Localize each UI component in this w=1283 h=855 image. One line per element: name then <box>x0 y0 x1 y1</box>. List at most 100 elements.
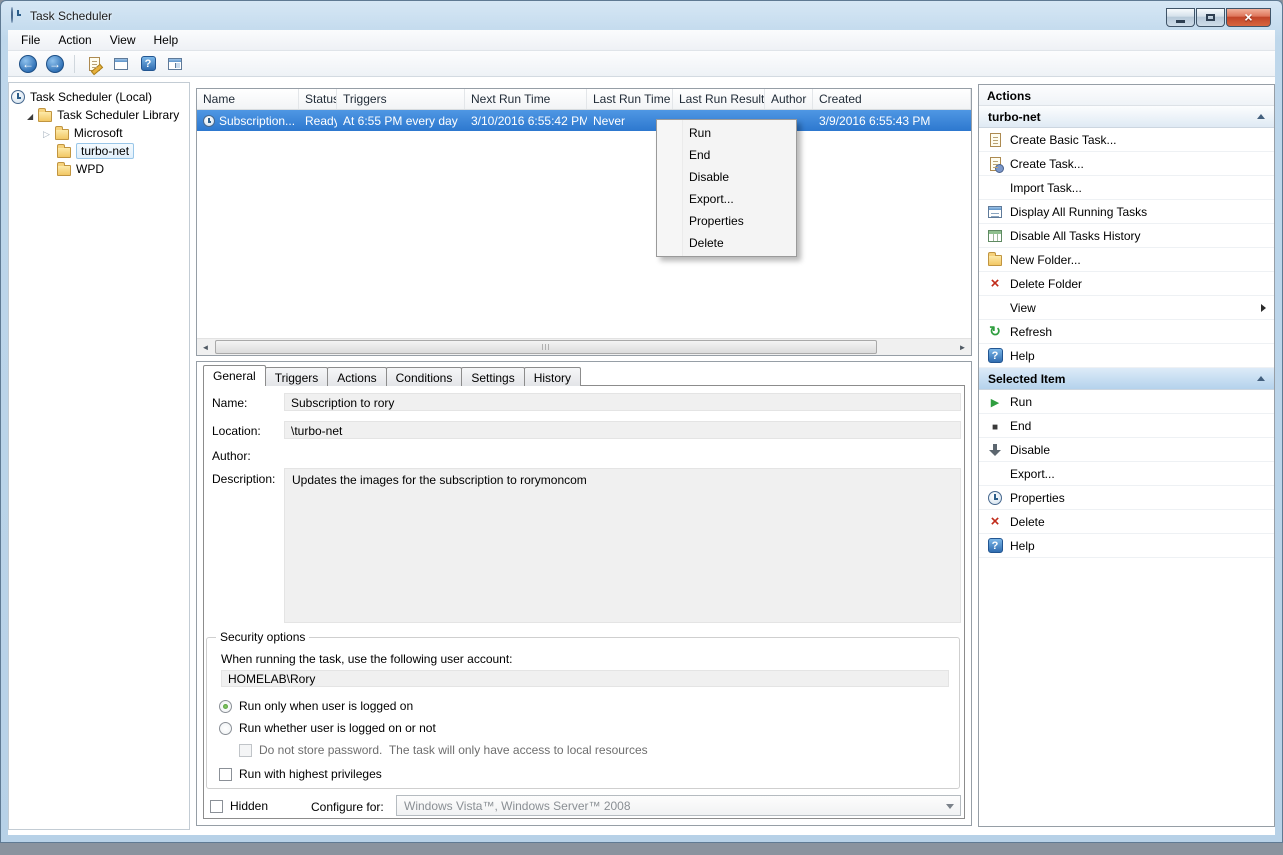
toolbar <box>8 51 1275 77</box>
column-header-name[interactable]: Name <box>197 89 299 109</box>
collapse-chevron-icon[interactable] <box>1257 114 1265 119</box>
task-list-panel: Name Status Triggers Next Run Time Last … <box>196 88 972 356</box>
tab-history[interactable]: History <box>524 367 581 386</box>
column-header-next-run-time[interactable]: Next Run Time <box>465 89 587 109</box>
scrollbar-track[interactable] <box>214 339 954 355</box>
action-create-task[interactable]: Create Task... <box>979 152 1274 176</box>
action-help[interactable]: Help <box>979 344 1274 368</box>
action-new-folder[interactable]: New Folder... <box>979 248 1274 272</box>
action-properties[interactable]: Properties <box>979 486 1274 510</box>
tab-settings[interactable]: Settings <box>461 367 524 386</box>
column-header-triggers[interactable]: Triggers <box>337 89 465 109</box>
action-pane-button[interactable] <box>163 53 187 75</box>
forward-button[interactable] <box>43 53 67 75</box>
description-field[interactable]: Updates the images for the subscription … <box>284 468 961 623</box>
maximize-button[interactable] <box>1196 8 1225 27</box>
checkbox-row-highest-privileges[interactable]: Run with highest privileges <box>219 766 382 782</box>
column-header-last-run-result[interactable]: Last Run Result <box>673 89 765 109</box>
tree-item-turbo-net[interactable]: turbo-net <box>11 142 187 160</box>
tab-conditions[interactable]: Conditions <box>386 367 463 386</box>
submenu-arrow-icon <box>1261 304 1266 312</box>
context-menu-run[interactable]: Run <box>657 122 796 144</box>
action-end[interactable]: End <box>979 414 1274 438</box>
maximize-icon <box>1206 14 1215 21</box>
horizontal-scrollbar[interactable] <box>197 338 971 355</box>
menu-action[interactable]: Action <box>49 30 100 50</box>
menu-bar: File Action View Help <box>8 30 1275 51</box>
radio-row-logged-on[interactable]: Run only when user is logged on <box>219 698 413 714</box>
tab-general[interactable]: General <box>203 365 266 386</box>
tab-actions[interactable]: Actions <box>327 367 386 386</box>
action-create-basic-task[interactable]: Create Basic Task... <box>979 128 1274 152</box>
context-menu-disable[interactable]: Disable <box>657 166 796 188</box>
security-options-title: Security options <box>216 630 309 644</box>
checkbox-no-password-label: Do not store password. The task will onl… <box>259 743 648 757</box>
expander-open-icon[interactable] <box>27 108 33 122</box>
expander-closed-icon[interactable] <box>43 126 50 140</box>
section-header-selected-item[interactable]: Selected Item <box>979 368 1274 390</box>
wpd-folder-icon <box>57 165 71 176</box>
action-view[interactable]: View <box>979 296 1274 320</box>
security-options-group: Security options When running the task, … <box>206 637 960 789</box>
action-refresh[interactable]: Refresh <box>979 320 1274 344</box>
task-row-selected[interactable]: Subscription... Ready At 6:55 PM every d… <box>197 110 971 131</box>
task-list-header: Name Status Triggers Next Run Time Last … <box>197 89 971 110</box>
checkbox-hidden[interactable] <box>210 800 223 813</box>
export-icon <box>987 466 1003 482</box>
action-pane-icon <box>168 58 182 70</box>
task-details-panel: General Triggers Actions Conditions Sett… <box>196 361 972 826</box>
action-disable-history[interactable]: Disable All Tasks History <box>979 224 1274 248</box>
actions-panel-title: Actions <box>979 85 1274 106</box>
action-import-task[interactable]: Import Task... <box>979 176 1274 200</box>
export-list-button[interactable] <box>82 53 106 75</box>
tree-item-root[interactable]: Task Scheduler (Local) <box>11 88 187 106</box>
account-caption: When running the task, use the following… <box>221 652 513 666</box>
menu-view[interactable]: View <box>101 30 145 50</box>
context-menu-export[interactable]: Export... <box>657 188 796 210</box>
task-triggers-cell: At 6:55 PM every day <box>337 114 465 128</box>
tree-root-label: Task Scheduler (Local) <box>30 90 152 104</box>
minimize-button[interactable] <box>1166 8 1195 27</box>
turbo-net-folder-icon <box>57 147 71 158</box>
tree-item-microsoft[interactable]: Microsoft <box>11 124 187 142</box>
tree-microsoft-label: Microsoft <box>74 126 123 140</box>
radio-logged-on[interactable] <box>219 700 232 713</box>
column-header-created[interactable]: Created <box>813 89 971 109</box>
action-display-running-tasks[interactable]: Display All Running Tasks <box>979 200 1274 224</box>
tree-item-library[interactable]: Task Scheduler Library <box>11 106 187 124</box>
action-disable[interactable]: Disable <box>979 438 1274 462</box>
checkbox-highest-privileges[interactable] <box>219 768 232 781</box>
tab-triggers[interactable]: Triggers <box>265 367 329 386</box>
context-menu-end[interactable]: End <box>657 144 796 166</box>
menu-help[interactable]: Help <box>145 30 188 50</box>
scroll-left-button[interactable] <box>197 339 214 355</box>
context-menu-delete[interactable]: Delete <box>657 232 796 254</box>
column-header-last-run-time[interactable]: Last Run Time <box>587 89 673 109</box>
context-menu-properties[interactable]: Properties <box>657 210 796 232</box>
scroll-right-button[interactable] <box>954 339 971 355</box>
action-run[interactable]: Run <box>979 390 1274 414</box>
scrollbar-thumb[interactable] <box>215 340 877 354</box>
radio-logged-on-label: Run only when user is logged on <box>239 699 413 713</box>
back-button[interactable] <box>16 53 40 75</box>
column-header-status[interactable]: Status <box>299 89 337 109</box>
section-header-turbo-net[interactable]: turbo-net <box>979 106 1274 128</box>
collapse-chevron-icon[interactable] <box>1257 376 1265 381</box>
action-export[interactable]: Export... <box>979 462 1274 486</box>
action-delete[interactable]: Delete <box>979 510 1274 534</box>
console-tree-button[interactable] <box>109 53 133 75</box>
menu-file[interactable]: File <box>12 30 49 50</box>
end-icon <box>987 418 1003 434</box>
action-delete-folder[interactable]: Delete Folder <box>979 272 1274 296</box>
action-help-selected[interactable]: Help <box>979 534 1274 558</box>
tree-item-wpd[interactable]: WPD <box>11 160 187 178</box>
radio-row-logged-on-or-not[interactable]: Run whether user is logged on or not <box>219 720 436 736</box>
configure-for-dropdown[interactable]: Windows Vista™, Windows Server™ 2008 <box>396 795 961 816</box>
help-button[interactable] <box>136 53 160 75</box>
column-header-author[interactable]: Author <box>765 89 813 109</box>
close-button[interactable] <box>1226 8 1271 27</box>
checkbox-row-hidden[interactable]: Hidden <box>210 798 268 814</box>
radio-logged-on-or-not[interactable] <box>219 722 232 735</box>
titlebar[interactable]: Task Scheduler <box>0 0 1283 30</box>
checkbox-highest-privileges-label: Run with highest privileges <box>239 767 382 781</box>
